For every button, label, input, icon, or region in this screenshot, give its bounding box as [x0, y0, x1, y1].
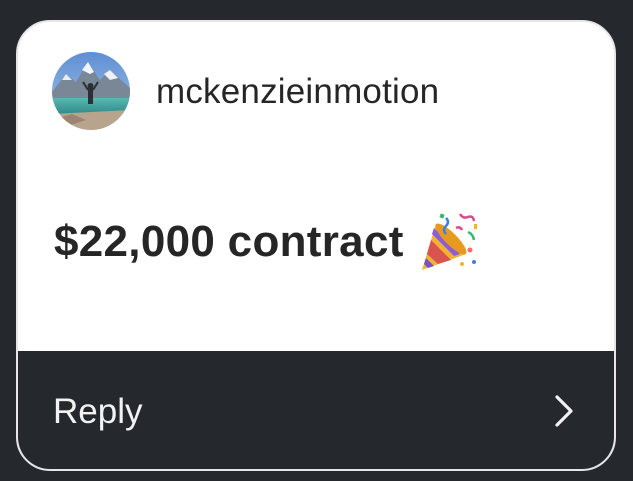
party-popper-icon: [416, 210, 480, 274]
message-text: $22,000 contract: [54, 217, 404, 266]
avatar[interactable]: [52, 52, 130, 130]
notification-header: mckenzieinmotion: [18, 22, 614, 162]
avatar-photo: [52, 52, 130, 130]
message-row: $22,000 contract: [54, 207, 480, 277]
notification-card[interactable]: mckenzieinmotion $22,000 contract Reply: [16, 20, 616, 471]
chevron-right-icon: [553, 394, 575, 428]
reply-button[interactable]: Reply: [18, 351, 614, 469]
username[interactable]: mckenzieinmotion: [156, 72, 439, 112]
reply-label: Reply: [53, 392, 143, 431]
